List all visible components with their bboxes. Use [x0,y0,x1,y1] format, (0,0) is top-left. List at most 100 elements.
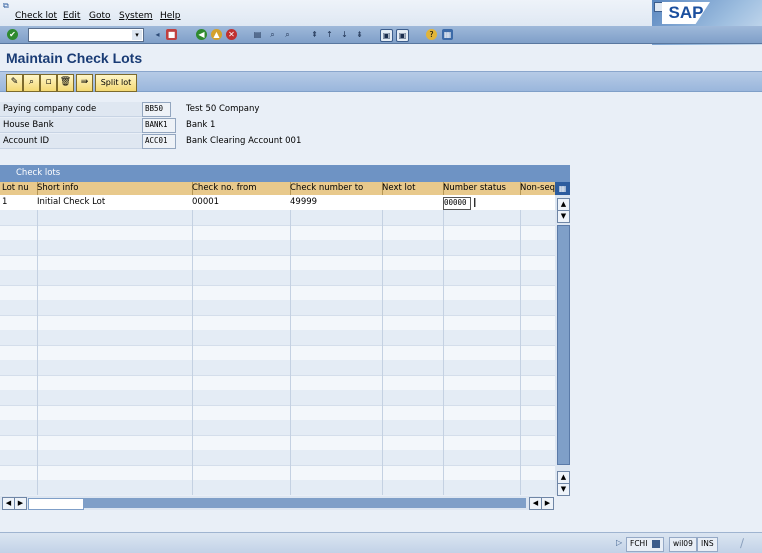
resize-grip-icon[interactable]: ∕ [740,536,744,550]
cell-next-lot[interactable] [380,330,444,345]
cell-check-no-from[interactable] [190,330,291,345]
delete-icon[interactable]: 🗑 [57,74,74,92]
cell-non-seq[interactable] [518,210,555,225]
cell-check-no-from[interactable]: 00001 [190,195,291,210]
vertical-scroll-thumb[interactable] [557,225,570,465]
input-mode-indicator[interactable]: INS [697,537,718,552]
cell-check-number-to[interactable] [288,210,383,225]
empty-table-row[interactable] [0,330,555,346]
find-next-icon[interactable]: ⌕ [282,29,293,40]
cell-short-info[interactable] [35,360,193,375]
empty-table-row[interactable] [0,480,555,495]
scroll-down-icon[interactable]: ▼ [557,483,570,496]
find-icon[interactable]: ⌕ [267,29,278,40]
cell-next-lot[interactable] [380,420,444,435]
cell-next-lot[interactable] [380,360,444,375]
cell-short-info[interactable] [35,345,193,360]
scroll-right-icon[interactable]: ▶ [541,497,554,510]
cell-check-number-to[interactable] [288,480,383,495]
cell-check-number-to[interactable] [288,420,383,435]
cell-short-info[interactable] [35,450,193,465]
cell-next-lot[interactable] [380,240,444,255]
cell-short-info[interactable] [35,465,193,480]
cell-next-lot[interactable] [380,225,444,240]
cell-lot-number[interactable] [0,285,38,300]
cell-number-status[interactable] [441,480,521,495]
cell-check-no-from[interactable] [190,285,291,300]
menu-goto[interactable]: Goto [89,11,111,21]
cell-number-status[interactable] [441,405,521,420]
number-status-input[interactable]: 00000 [443,197,471,210]
cell-lot-number[interactable] [0,465,38,480]
cell-non-seq[interactable] [518,330,555,345]
cell-number-status[interactable] [441,210,521,225]
cell-lot-number[interactable] [0,210,38,225]
cell-check-no-from[interactable] [190,405,291,420]
empty-table-row[interactable] [0,240,555,256]
account-id-field[interactable]: ACC01 [142,134,176,149]
enter-icon[interactable]: ✔ [7,29,18,40]
cell-lot-number[interactable] [0,255,38,270]
cell-check-no-from[interactable] [190,345,291,360]
cell-non-seq[interactable] [518,300,555,315]
cell-lot-number[interactable] [0,270,38,285]
cell-non-seq[interactable] [518,405,555,420]
cell-next-lot[interactable] [380,255,444,270]
empty-table-row[interactable] [0,315,555,331]
cell-number-status[interactable] [441,465,521,480]
layout-icon[interactable]: ▦ [442,29,453,40]
create-icon[interactable]: ▫ [40,74,57,92]
exit-icon[interactable]: ▲ [211,29,222,40]
cell-lot-number[interactable] [0,330,38,345]
cell-check-number-to[interactable] [288,390,383,405]
cell-check-no-from[interactable] [190,210,291,225]
cell-short-info[interactable] [35,285,193,300]
cell-lot-number[interactable]: 1 [0,195,38,210]
cell-check-number-to[interactable] [288,375,383,390]
column-header-short-info[interactable]: Short info [35,182,193,195]
cell-check-no-from[interactable] [190,300,291,315]
cell-non-seq[interactable] [518,345,555,360]
table-settings-icon[interactable]: ▦ [555,182,570,195]
prev-page-icon[interactable]: ↑ [324,29,335,40]
cell-next-lot[interactable] [380,300,444,315]
display-icon[interactable]: ⌕ [23,74,40,92]
empty-table-row[interactable] [0,405,555,421]
cell-lot-number[interactable] [0,240,38,255]
cell-check-no-from[interactable] [190,240,291,255]
cell-check-no-from[interactable] [190,360,291,375]
paying-company-code-field[interactable]: BB50 [142,102,171,117]
cell-lot-number[interactable] [0,300,38,315]
cell-number-status[interactable] [441,315,521,330]
empty-table-row[interactable] [0,450,555,466]
house-bank-field[interactable]: BANK1 [142,118,176,133]
column-header-check-number-to[interactable]: Check number to [288,182,383,195]
cell-check-no-from[interactable] [190,390,291,405]
cell-next-lot[interactable] [380,285,444,300]
cell-non-seq[interactable] [518,465,555,480]
cell-next-lot[interactable] [380,210,444,225]
cell-check-number-to[interactable] [288,315,383,330]
cell-short-info[interactable] [35,420,193,435]
cell-check-number-to[interactable] [288,330,383,345]
empty-table-row[interactable] [0,210,555,226]
cell-number-status[interactable] [441,255,521,270]
cell-number-status[interactable] [441,420,521,435]
empty-table-row[interactable] [0,345,555,361]
cell-non-seq[interactable] [518,390,555,405]
change-icon[interactable]: ✎ [6,74,23,92]
cell-check-no-from[interactable] [190,255,291,270]
cell-check-number-to[interactable] [288,405,383,420]
cell-lot-number[interactable] [0,450,38,465]
cell-non-seq[interactable] [518,480,555,495]
cell-next-lot[interactable] [380,480,444,495]
cell-check-no-from[interactable] [190,315,291,330]
back-icon[interactable]: ◀ [196,29,207,40]
empty-table-row[interactable] [0,270,555,286]
column-header-check-no-from[interactable]: Check no. from [190,182,291,195]
menu-check-lot[interactable]: Check lot [15,11,57,21]
empty-table-row[interactable] [0,360,555,376]
cell-number-status[interactable] [441,240,521,255]
cell-short-info[interactable] [35,330,193,345]
first-page-icon[interactable]: ⇞ [309,29,320,40]
